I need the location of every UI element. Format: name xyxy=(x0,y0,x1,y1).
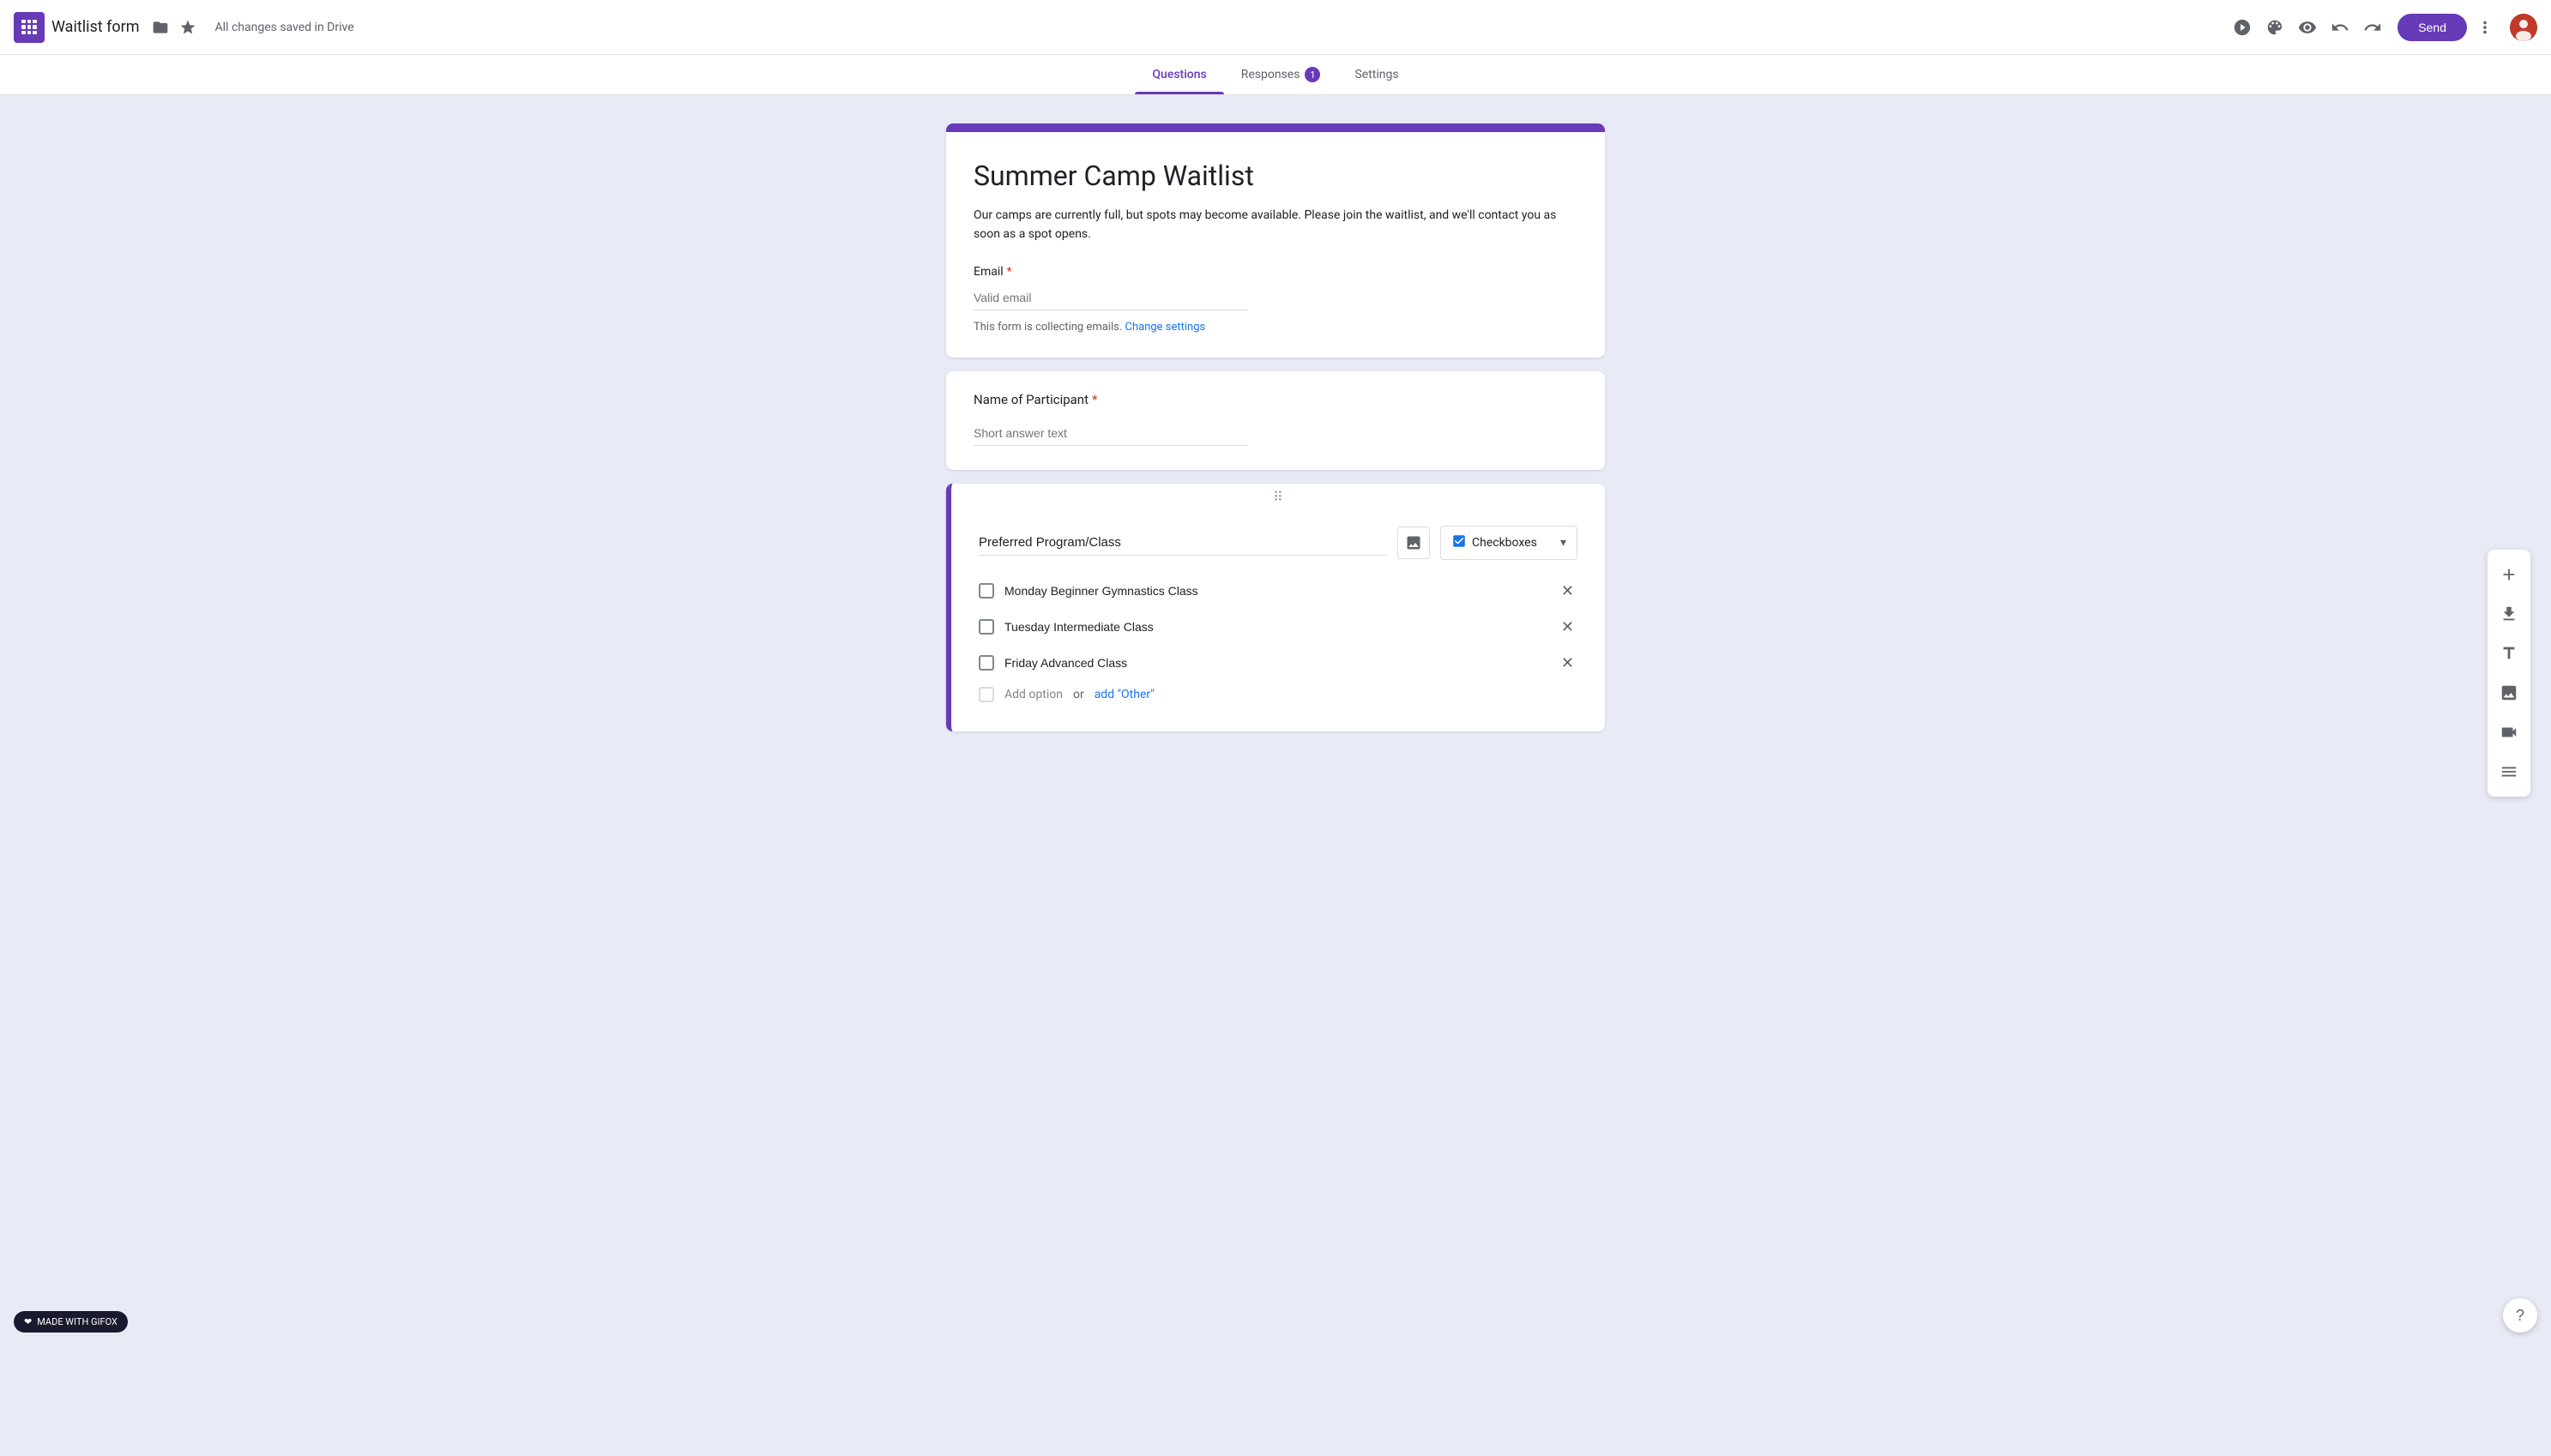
form-main-title: Summer Camp Waitlist xyxy=(974,159,1577,192)
question-type-selector[interactable]: Checkboxes ▾ xyxy=(1440,526,1577,560)
star-icon-button[interactable] xyxy=(174,14,202,41)
right-sidebar xyxy=(2488,550,2530,797)
add-question-button[interactable] xyxy=(2488,557,2530,593)
add-section-button[interactable] xyxy=(2488,754,2530,790)
main-content: Summer Camp Waitlist Our camps are curre… xyxy=(0,110,2551,797)
form-description: Our camps are currently full, but spots … xyxy=(974,206,1577,244)
gifox-label: MADE WITH GIFOX xyxy=(37,1316,118,1327)
redo-icon-button[interactable] xyxy=(2358,13,2387,42)
preview-icon-button[interactable] xyxy=(2293,13,2322,42)
email-label: Email * xyxy=(974,265,1577,279)
option-input-1[interactable] xyxy=(1004,618,1547,636)
question-card-name: Name of Participant * xyxy=(946,371,1605,470)
email-required-star: * xyxy=(1007,265,1012,279)
undo-icon-button[interactable] xyxy=(2325,13,2355,42)
question-top-row: Checkboxes ▾ xyxy=(979,526,1577,560)
top-nav: Waitlist form All changes saved in Drive… xyxy=(0,0,2551,55)
form-header-accent xyxy=(946,123,1605,132)
tabs-bar: Questions Responses 1 Settings xyxy=(0,55,2551,95)
checkbox-2[interactable] xyxy=(979,655,994,671)
import-questions-button[interactable] xyxy=(2488,596,2530,632)
checkbox-0[interactable] xyxy=(979,583,994,599)
help-button[interactable]: ? xyxy=(2503,1298,2537,1333)
app-logo xyxy=(14,12,45,43)
question-name-label: Name of Participant * xyxy=(974,392,1577,407)
add-title-button[interactable] xyxy=(2488,635,2530,671)
email-section: Email * This form is collecting emails. … xyxy=(974,265,1577,334)
type-selector-label: Checkboxes xyxy=(1472,536,1537,550)
option-row-1: ✕ xyxy=(979,610,1577,646)
folder-icon-button[interactable] xyxy=(147,14,174,41)
delete-option-1-button[interactable]: ✕ xyxy=(1558,615,1577,640)
tab-questions[interactable]: Questions xyxy=(1135,55,1223,94)
checkbox-type-icon xyxy=(1451,533,1467,552)
add-image-to-question-button[interactable] xyxy=(1397,526,1430,559)
user-avatar[interactable] xyxy=(2510,14,2537,41)
delete-option-0-button[interactable]: ✕ xyxy=(1558,579,1577,604)
drag-handle[interactable]: ⠿ xyxy=(951,484,1605,505)
send-button[interactable]: Send xyxy=(2397,14,2467,41)
add-option-label[interactable]: Add option xyxy=(1004,688,1063,701)
nav-right-actions: Send xyxy=(2228,13,2537,42)
question-card-name-body: Name of Participant * xyxy=(946,371,1605,470)
form-title-nav: Waitlist form xyxy=(51,18,140,36)
short-answer-input[interactable] xyxy=(974,421,1248,446)
question-title-input[interactable] xyxy=(979,530,1387,556)
add-image-button[interactable] xyxy=(2488,675,2530,711)
gifox-badge: ❤ MADE WITH GIFOX xyxy=(14,1311,128,1333)
delete-option-2-button[interactable]: ✕ xyxy=(1558,651,1577,676)
form-header-card: Summer Camp Waitlist Our camps are curre… xyxy=(946,123,1605,358)
add-video-button[interactable] xyxy=(2488,714,2530,750)
more-options-button[interactable] xyxy=(2470,13,2500,42)
tab-responses[interactable]: Responses 1 xyxy=(1224,55,1338,94)
form-header-body: Summer Camp Waitlist Our camps are curre… xyxy=(946,132,1605,358)
option-input-0[interactable] xyxy=(1004,582,1547,600)
question-card-program-body: Checkboxes ▾ ✕ ✕ ✕ Add xyxy=(951,505,1605,731)
option-row-2: ✕ xyxy=(979,646,1577,682)
add-other-link[interactable]: add "Other" xyxy=(1095,688,1155,701)
addon-icon-button[interactable] xyxy=(2228,13,2257,42)
email-input[interactable] xyxy=(974,286,1248,310)
chevron-down-icon: ▾ xyxy=(1560,536,1566,550)
palette-icon-button[interactable] xyxy=(2260,13,2289,42)
add-option-row: Add option or add "Other" xyxy=(979,682,1577,707)
change-settings-link[interactable]: Change settings xyxy=(1125,321,1206,334)
add-option-checkbox xyxy=(979,687,994,702)
saved-status: All changes saved in Drive xyxy=(215,21,2228,34)
add-option-separator: or xyxy=(1073,688,1084,701)
option-row-0: ✕ xyxy=(979,574,1577,610)
name-required-star: * xyxy=(1092,392,1097,407)
responses-badge: 1 xyxy=(1305,67,1320,82)
question-card-program: ⠿ Checkboxes ▾ ✕ xyxy=(946,484,1605,731)
tab-settings[interactable]: Settings xyxy=(1337,55,1415,94)
option-input-2[interactable] xyxy=(1004,654,1547,672)
gifox-heart-icon: ❤ xyxy=(24,1316,32,1327)
form-note: This form is collecting emails. Change s… xyxy=(974,321,1577,334)
checkbox-1[interactable] xyxy=(979,619,994,635)
